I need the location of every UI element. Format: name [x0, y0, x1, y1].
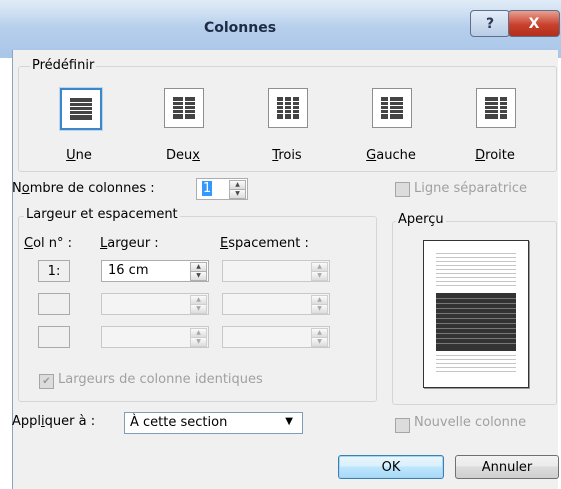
spacing-stepper-2[interactable]: ▲ ▼ [222, 293, 330, 315]
width-stepper-1[interactable]: 16 cm ▲ ▼ [101, 260, 209, 282]
cancel-button[interactable]: Annuler [455, 455, 559, 479]
width-spacing-group-label: Largeur et espacement [24, 207, 180, 222]
width-stepper-2[interactable]: ▲ ▼ [101, 293, 209, 315]
preset-one-button[interactable] [60, 88, 102, 130]
num-columns-stepper[interactable]: 1 ▲ ▼ [196, 178, 248, 200]
spacing-header: Espacement : [220, 236, 309, 251]
num-columns-value: 1 [202, 181, 213, 196]
col-number-1: 1: [38, 260, 70, 282]
preset-left-thumbnail [372, 88, 412, 128]
width-value-1: 16 cm [108, 263, 149, 278]
help-icon: ? [485, 15, 495, 32]
preset-right-button[interactable] [476, 88, 516, 128]
chevron-down-icon[interactable]: ▼ [285, 416, 293, 427]
right-columns-icon [485, 97, 507, 119]
equal-widths-checkbox[interactable]: ✔ [39, 374, 54, 389]
col-no-header: Col n° : [24, 236, 73, 251]
checkmark-icon: ✔ [42, 376, 51, 387]
preset-right-thumbnail [476, 88, 516, 128]
col-number-2 [38, 293, 70, 315]
preset-three-thumbnail [268, 88, 308, 128]
page-preview-icon [436, 253, 516, 372]
col-number-3 [38, 326, 70, 348]
apply-to-select[interactable]: À cette section ▼ [124, 412, 303, 434]
close-icon: X [528, 15, 540, 32]
spacing-2-down-icon[interactable]: ▼ [311, 304, 328, 314]
num-columns-label: Nombre de colonnes : [12, 181, 155, 196]
preset-right-label: Droite [475, 148, 515, 163]
help-button[interactable]: ? [470, 10, 510, 37]
presets-group-label: Prédéfinir [30, 58, 97, 73]
dialog-title: Colonnes [203, 20, 277, 36]
preset-one-label: Une [66, 148, 92, 163]
ok-button[interactable]: OK [338, 455, 444, 479]
preset-one-thumbnail [60, 88, 102, 130]
width-1-down-icon[interactable]: ▼ [190, 271, 207, 281]
num-columns-down-icon[interactable]: ▼ [229, 189, 246, 199]
three-columns-icon [277, 97, 299, 119]
preset-three-label: Trois [272, 148, 302, 163]
width-stepper-3[interactable]: ▲ ▼ [101, 326, 209, 348]
equal-widths-label: Largeurs de colonne identiques [58, 372, 263, 387]
preset-two-button[interactable] [164, 88, 204, 128]
preview-group-label: Aperçu [396, 212, 446, 227]
width-2-down-icon[interactable]: ▼ [190, 304, 207, 314]
new-column-checkbox[interactable] [395, 418, 410, 433]
new-column-label: Nouvelle colonne [414, 415, 527, 430]
spacing-stepper-3[interactable]: ▲ ▼ [222, 326, 330, 348]
apply-to-label: Appliquer à : [12, 414, 96, 429]
spacing-3-down-icon[interactable]: ▼ [311, 337, 328, 347]
preset-left-label: Gauche [366, 148, 416, 163]
close-button[interactable]: X [508, 10, 560, 37]
preview-page [423, 240, 529, 388]
width-3-down-icon[interactable]: ▼ [190, 337, 207, 347]
preset-two-label: Deux [166, 148, 200, 163]
preset-three-button[interactable] [268, 88, 308, 128]
one-column-icon [70, 98, 92, 120]
separator-label: Ligne séparatrice [414, 181, 527, 196]
left-columns-icon [381, 97, 403, 119]
separator-checkbox[interactable] [395, 182, 410, 197]
preset-two-thumbnail [164, 88, 204, 128]
spacing-1-down-icon[interactable]: ▼ [311, 271, 328, 281]
width-header: Largeur : [100, 236, 159, 251]
two-columns-icon [173, 97, 195, 119]
preset-left-button[interactable] [372, 88, 412, 128]
apply-to-value: À cette section [130, 415, 228, 430]
spacing-stepper-1[interactable]: ▲ ▼ [222, 260, 330, 282]
